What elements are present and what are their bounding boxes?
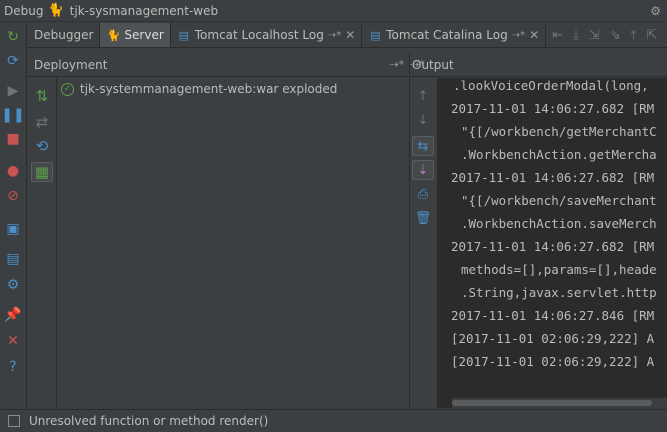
update-icon[interactable]: ⟳ [3, 51, 23, 71]
pause-icon[interactable]: ❚❚ [1, 105, 24, 125]
deployment-toolbar: ⇅ ⇄ ⟲ ▦ [28, 78, 56, 408]
console-line: "{[/workbench/saveMerchant [461, 193, 657, 208]
run-to-cursor-icon[interactable]: ⇱ [646, 28, 657, 43]
close-icon[interactable]: ✕ [3, 331, 23, 351]
output-toolbar: ↑ ↓ ⇆ ⇣ ⎙ 🗑 [409, 78, 437, 408]
status-message: Unresolved function or method render() [29, 414, 269, 428]
pin-icon[interactable]: ⇢* [328, 30, 341, 41]
tomcat-icon: 🐈 [106, 28, 121, 42]
console-line: 2017-11-01 14:06:27.846 [RM [451, 308, 655, 323]
log-icon: ▤ [370, 28, 381, 42]
rerun-icon[interactable]: ↻ [3, 27, 23, 47]
show-execution-point-icon[interactable]: ⇤ [552, 28, 563, 43]
artifact-label: tjk-systemmanagement-web:war exploded [80, 82, 338, 96]
title-label: Debug [4, 3, 44, 18]
check-icon: ✓ [61, 82, 74, 96]
pin-icon[interactable]: ⇢* [512, 30, 525, 41]
console-line: 2017-11-01 14:06:27.682 [RM [451, 170, 655, 185]
step-out-icon[interactable]: ⤒ [631, 28, 637, 43]
undeploy-icon[interactable]: ⇄ [31, 112, 53, 132]
deployment-list: ✓ tjk-systemmanagement-web:war exploded [56, 78, 408, 408]
screenshot-icon[interactable]: ▣ [3, 219, 23, 239]
console-line: [2017-11-01 02:06:29,222] A [451, 331, 655, 346]
close-icon[interactable]: ✕ [345, 28, 355, 42]
project-name: tjk-sysmanagement-web [69, 3, 219, 18]
layout-icon[interactable]: ▦ [31, 162, 53, 182]
console-line: 2017-11-01 14:06:27.682 [RM [451, 239, 655, 254]
tab-server[interactable]: 🐈 Server [100, 23, 171, 47]
stepping-toolbar: ⇤ ⤓ ⇲ ⇘ ⤒ ⇱ [546, 23, 657, 47]
log-icon: ▤ [178, 28, 189, 42]
deployment-title: Deployment [34, 57, 108, 72]
console-line: .WorkbenchAction.getMercha [461, 147, 657, 162]
scroll-to-end-icon[interactable]: ⇣ [412, 160, 434, 180]
tab-label: Server [124, 28, 164, 42]
force-step-into-icon[interactable]: ⇘ [610, 28, 621, 43]
tab-tomcat-localhost-log[interactable]: ▤ Tomcat Localhost Log ⇢* ✕ [171, 23, 363, 47]
tab-label: Tomcat Localhost Log [194, 28, 324, 42]
refresh-icon[interactable]: ⟲ [31, 136, 53, 156]
tab-label: Tomcat Catalina Log [386, 28, 508, 42]
console-output[interactable]: .lookVoiceOrderModal(long, 2017-11-01 14… [437, 78, 667, 408]
trash-icon[interactable]: 🗑 [412, 208, 434, 228]
pin-icon[interactable]: 📌 [3, 305, 23, 325]
step-into-icon[interactable]: ⇲ [589, 28, 600, 43]
console-line: .WorkbenchAction.saveMerch [461, 216, 657, 231]
tab-label: Debugger [34, 28, 94, 42]
settings-icon[interactable]: ⚙ [650, 4, 661, 18]
console-line: [2017-11-01 02:06:29,222] A [451, 354, 655, 369]
tab-tomcat-catalina-log[interactable]: ▤ Tomcat Catalina Log ⇢* ✕ [362, 23, 547, 47]
title-bar: Debug 🐈 tjk-sysmanagement-web ⚙ [0, 0, 667, 22]
toggle-tool-windows-icon[interactable] [8, 415, 20, 427]
deployment-header: Deployment ⇢* [28, 53, 408, 77]
status-bar: Unresolved function or method render() [0, 409, 667, 432]
list-item[interactable]: ✓ tjk-systemmanagement-web:war exploded [61, 82, 337, 96]
pin-icon[interactable]: ⇢* [389, 58, 404, 71]
debug-toolbar: ↻ ⟳ ▶ ❚❚ ■ ● ⊘ ▣ ▤ ⚙ 📌 ✕ ? [0, 23, 27, 408]
deploy-icon[interactable]: ⇅ [31, 86, 53, 106]
scroll-down-icon[interactable]: ↓ [412, 110, 434, 130]
resume-icon[interactable]: ▶ [3, 81, 23, 101]
close-icon[interactable]: ✕ [529, 28, 539, 42]
console-line: .lookVoiceOrderModal(long, [453, 78, 649, 93]
scroll-up-icon[interactable]: ↑ [412, 86, 434, 106]
scrollbar-thumb[interactable] [452, 400, 652, 406]
print-icon[interactable]: ⎙ [412, 184, 434, 204]
help-icon[interactable]: ? [3, 357, 23, 377]
pin-icon[interactable]: ⇢* [410, 58, 425, 71]
mute-breakpoints-icon[interactable]: ⊘ [3, 186, 23, 206]
layout-icon[interactable]: ▤ [3, 249, 23, 269]
view-breakpoints-icon[interactable]: ● [3, 161, 23, 181]
tab-bar: Debugger 🐈 Server ▤ Tomcat Localhost Log… [28, 23, 667, 48]
output-header: ⇢* Output [409, 53, 667, 77]
console-line: methods=[],params=[],heade [461, 262, 657, 277]
stop-icon[interactable]: ■ [3, 129, 23, 149]
horizontal-scrollbar[interactable] [452, 398, 667, 408]
console-line: "{[/workbench/getMerchantC [461, 124, 657, 139]
console-line: .String,javax.servlet.http [461, 285, 657, 300]
soft-wrap-icon[interactable]: ⇆ [412, 136, 434, 156]
tomcat-icon: 🐈 [47, 3, 64, 18]
tab-debugger[interactable]: Debugger [28, 23, 101, 47]
gear-icon[interactable]: ⚙ [3, 275, 23, 295]
console-line: 2017-11-01 14:06:27.682 [RM [451, 101, 655, 116]
step-over-icon[interactable]: ⤓ [573, 28, 579, 43]
